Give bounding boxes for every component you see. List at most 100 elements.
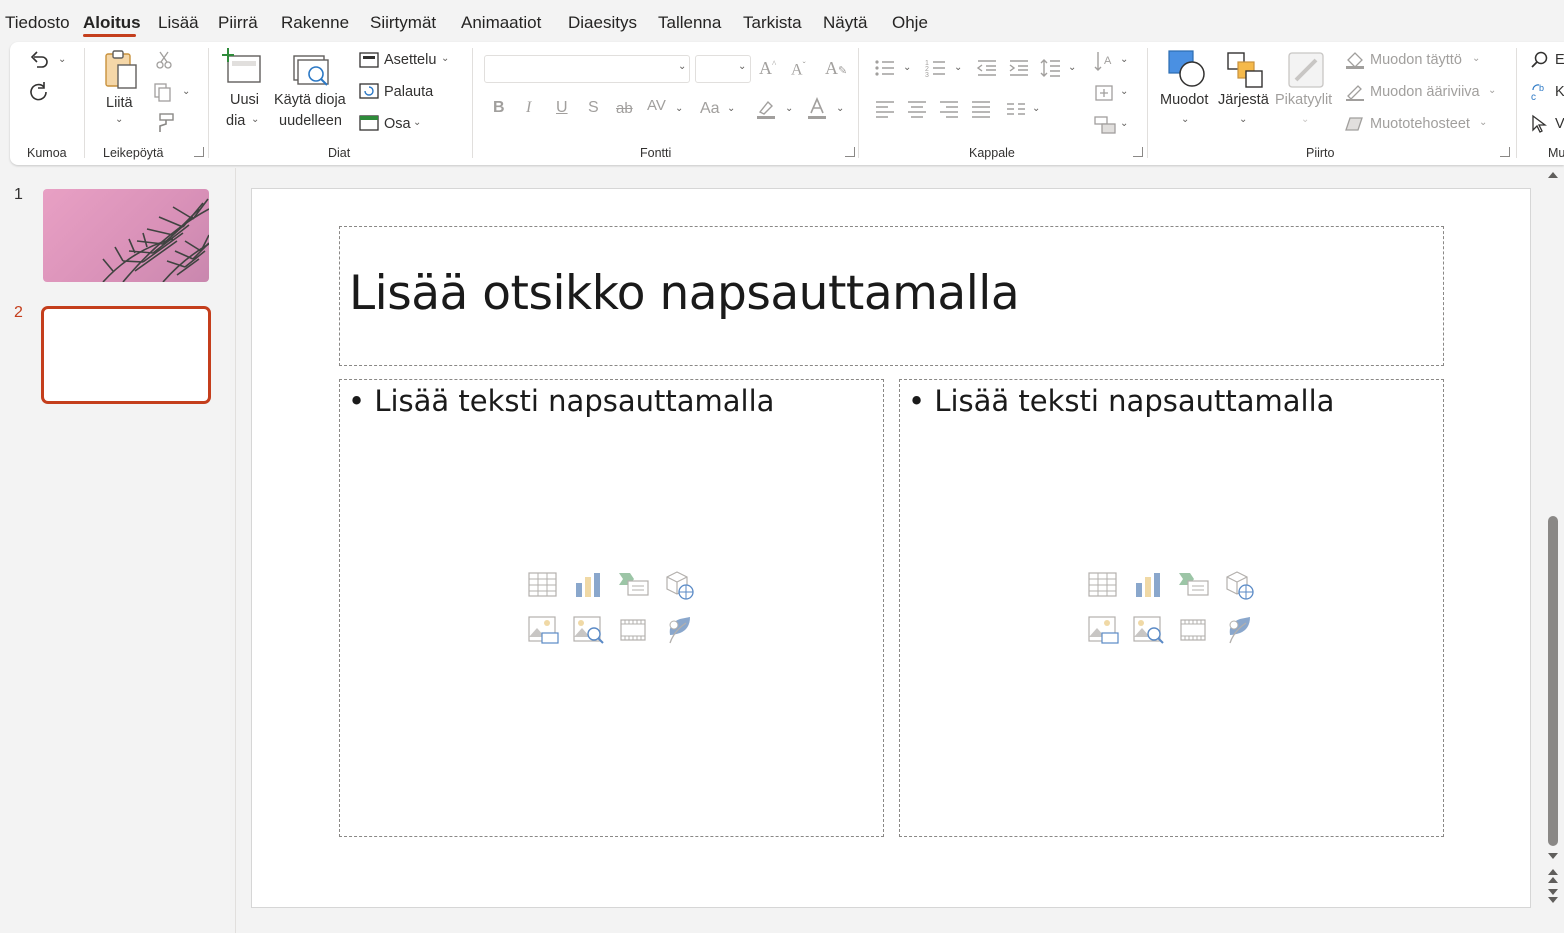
bold-button[interactable]: B — [493, 99, 505, 117]
line-spacing-dropdown-icon[interactable]: ⌄ — [1068, 62, 1076, 73]
quick-styles-label[interactable]: Pikatyylit — [1275, 92, 1332, 108]
insert-table-icon[interactable] — [1088, 571, 1118, 599]
italic-button[interactable]: I — [526, 99, 531, 117]
insert-smartart-icon[interactable] — [618, 571, 650, 599]
tab-siirtymat[interactable]: Siirtymät — [370, 13, 436, 33]
insert-icons-icon[interactable] — [664, 613, 694, 645]
insert-chart-icon[interactable] — [574, 571, 602, 599]
shapes-icon[interactable] — [1166, 48, 1208, 90]
numbering-icon[interactable]: 123 — [925, 58, 947, 78]
left-content-placeholder[interactable] — [339, 379, 884, 837]
shape-effects-label[interactable]: Muototehosteet — [1370, 116, 1470, 132]
columns-icon[interactable] — [1006, 101, 1026, 117]
insert-table-icon[interactable] — [528, 571, 558, 599]
shape-effects-dropdown-icon[interactable]: ⌄ — [1479, 117, 1487, 128]
scrollbar-thumb[interactable] — [1548, 516, 1558, 846]
tab-diaesitys[interactable]: Diaesitys — [568, 13, 637, 33]
change-case-button[interactable]: Aa — [700, 100, 720, 118]
align-text-icon[interactable] — [1093, 82, 1115, 104]
insert-smartart-icon[interactable] — [1178, 571, 1210, 599]
insert-chart-icon[interactable] — [1134, 571, 1162, 599]
format-painter-icon[interactable] — [154, 112, 176, 134]
new-slide-label-1[interactable]: Uusi — [230, 92, 259, 108]
quick-styles-icon[interactable] — [1286, 50, 1328, 90]
reuse-slides-icon[interactable] — [292, 52, 334, 90]
slide-thumbnail-2[interactable] — [41, 306, 211, 404]
align-left-icon[interactable] — [874, 100, 896, 118]
columns-dropdown-icon[interactable]: ⌄ — [1032, 103, 1040, 114]
copy-dropdown-icon[interactable]: ⌄ — [182, 86, 190, 97]
insert-stock-images-icon[interactable] — [1133, 615, 1165, 647]
shapes-dropdown-icon[interactable]: ⌄ — [1181, 114, 1189, 125]
shadow-button[interactable]: S — [588, 99, 599, 117]
scroll-up-icon[interactable] — [1547, 170, 1559, 180]
slide-thumbnail-1[interactable] — [43, 189, 209, 282]
shapes-label[interactable]: Muodot — [1160, 92, 1208, 108]
section-icon[interactable] — [359, 114, 379, 132]
insert-video-icon[interactable] — [1180, 617, 1208, 643]
numbering-dropdown-icon[interactable]: ⌄ — [954, 62, 962, 73]
replace-icon[interactable]: bc — [1530, 82, 1550, 102]
drawing-launcher-icon[interactable] — [1500, 147, 1510, 157]
change-case-dropdown-icon[interactable]: ⌄ — [727, 103, 735, 114]
align-right-icon[interactable] — [938, 100, 960, 118]
highlight-dropdown-icon[interactable]: ⌄ — [785, 103, 793, 114]
previous-slide-icon[interactable] — [1547, 868, 1559, 884]
tab-tallenna[interactable]: Tallenna — [658, 13, 721, 33]
paste-label[interactable]: Liitä — [106, 95, 133, 111]
line-spacing-icon[interactable] — [1040, 58, 1062, 78]
clipboard-launcher-icon[interactable] — [194, 147, 204, 157]
decrease-font-size-icon[interactable]: Aˇ — [791, 60, 806, 79]
insert-stock-images-icon[interactable] — [573, 615, 605, 647]
font-name-combo[interactable] — [484, 55, 690, 83]
insert-video-icon[interactable] — [620, 617, 648, 643]
scroll-down-icon[interactable] — [1547, 851, 1559, 861]
decrease-indent-icon[interactable] — [976, 59, 998, 77]
tab-ohje[interactable]: Ohje — [892, 13, 928, 33]
shape-fill-label[interactable]: Muodon täyttö — [1370, 52, 1462, 68]
strikethrough-button[interactable]: ab — [616, 100, 633, 117]
undo-dropdown-icon[interactable]: ⌄ — [58, 54, 66, 65]
smartart-dropdown-icon[interactable]: ⌄ — [1120, 118, 1128, 129]
copy-icon[interactable] — [153, 82, 173, 102]
quick-styles-dropdown-icon[interactable]: ⌄ — [1301, 114, 1309, 125]
insert-picture-icon[interactable] — [1088, 615, 1120, 647]
undo-icon[interactable] — [28, 48, 50, 70]
section-dropdown-icon[interactable]: ⌄ — [413, 117, 421, 128]
highlight-icon[interactable] — [755, 98, 777, 120]
tab-tiedosto[interactable]: Tiedosto — [5, 13, 70, 33]
section-label[interactable]: Osa — [384, 116, 411, 132]
font-size-dropdown-icon[interactable]: ⌄ — [738, 61, 746, 72]
right-content-placeholder[interactable] — [899, 379, 1444, 837]
clear-formatting-icon[interactable]: A✎ — [825, 58, 847, 79]
text-direction-icon[interactable]: A — [1093, 50, 1115, 72]
bullets-icon[interactable] — [874, 58, 896, 78]
shape-fill-icon[interactable] — [1344, 50, 1366, 70]
new-slide-dropdown-icon[interactable]: ⌄ — [251, 114, 259, 125]
font-launcher-icon[interactable] — [845, 147, 855, 157]
reset-label[interactable]: Palauta — [384, 84, 433, 100]
align-center-icon[interactable] — [906, 100, 928, 118]
reuse-slides-label-1[interactable]: Käytä dioja — [274, 92, 346, 108]
layout-dropdown-icon[interactable]: ⌄ — [441, 53, 449, 64]
align-text-dropdown-icon[interactable]: ⌄ — [1120, 86, 1128, 97]
find-icon[interactable] — [1530, 50, 1550, 70]
new-slide-label-2[interactable]: dia — [226, 113, 245, 129]
shape-outline-label[interactable]: Muodon ääriviiva — [1370, 84, 1480, 100]
font-color-icon[interactable] — [806, 97, 828, 121]
cut-icon[interactable] — [155, 50, 173, 70]
tab-aloitus[interactable]: Aloitus — [83, 13, 141, 33]
font-name-dropdown-icon[interactable]: ⌄ — [678, 61, 686, 72]
increase-indent-icon[interactable] — [1008, 59, 1030, 77]
reuse-slides-label-2[interactable]: uudelleen — [279, 113, 342, 129]
find-label[interactable]: E — [1555, 52, 1564, 68]
paragraph-launcher-icon[interactable] — [1133, 147, 1143, 157]
arrange-dropdown-icon[interactable]: ⌄ — [1239, 114, 1247, 125]
new-slide-icon[interactable] — [222, 48, 264, 86]
shape-outline-dropdown-icon[interactable]: ⌄ — [1488, 85, 1496, 96]
text-direction-dropdown-icon[interactable]: ⌄ — [1120, 54, 1128, 65]
shape-effects-icon[interactable] — [1344, 114, 1366, 134]
select-label[interactable]: V — [1555, 116, 1564, 132]
reset-icon[interactable] — [359, 82, 379, 100]
replace-label[interactable]: K — [1555, 84, 1564, 100]
